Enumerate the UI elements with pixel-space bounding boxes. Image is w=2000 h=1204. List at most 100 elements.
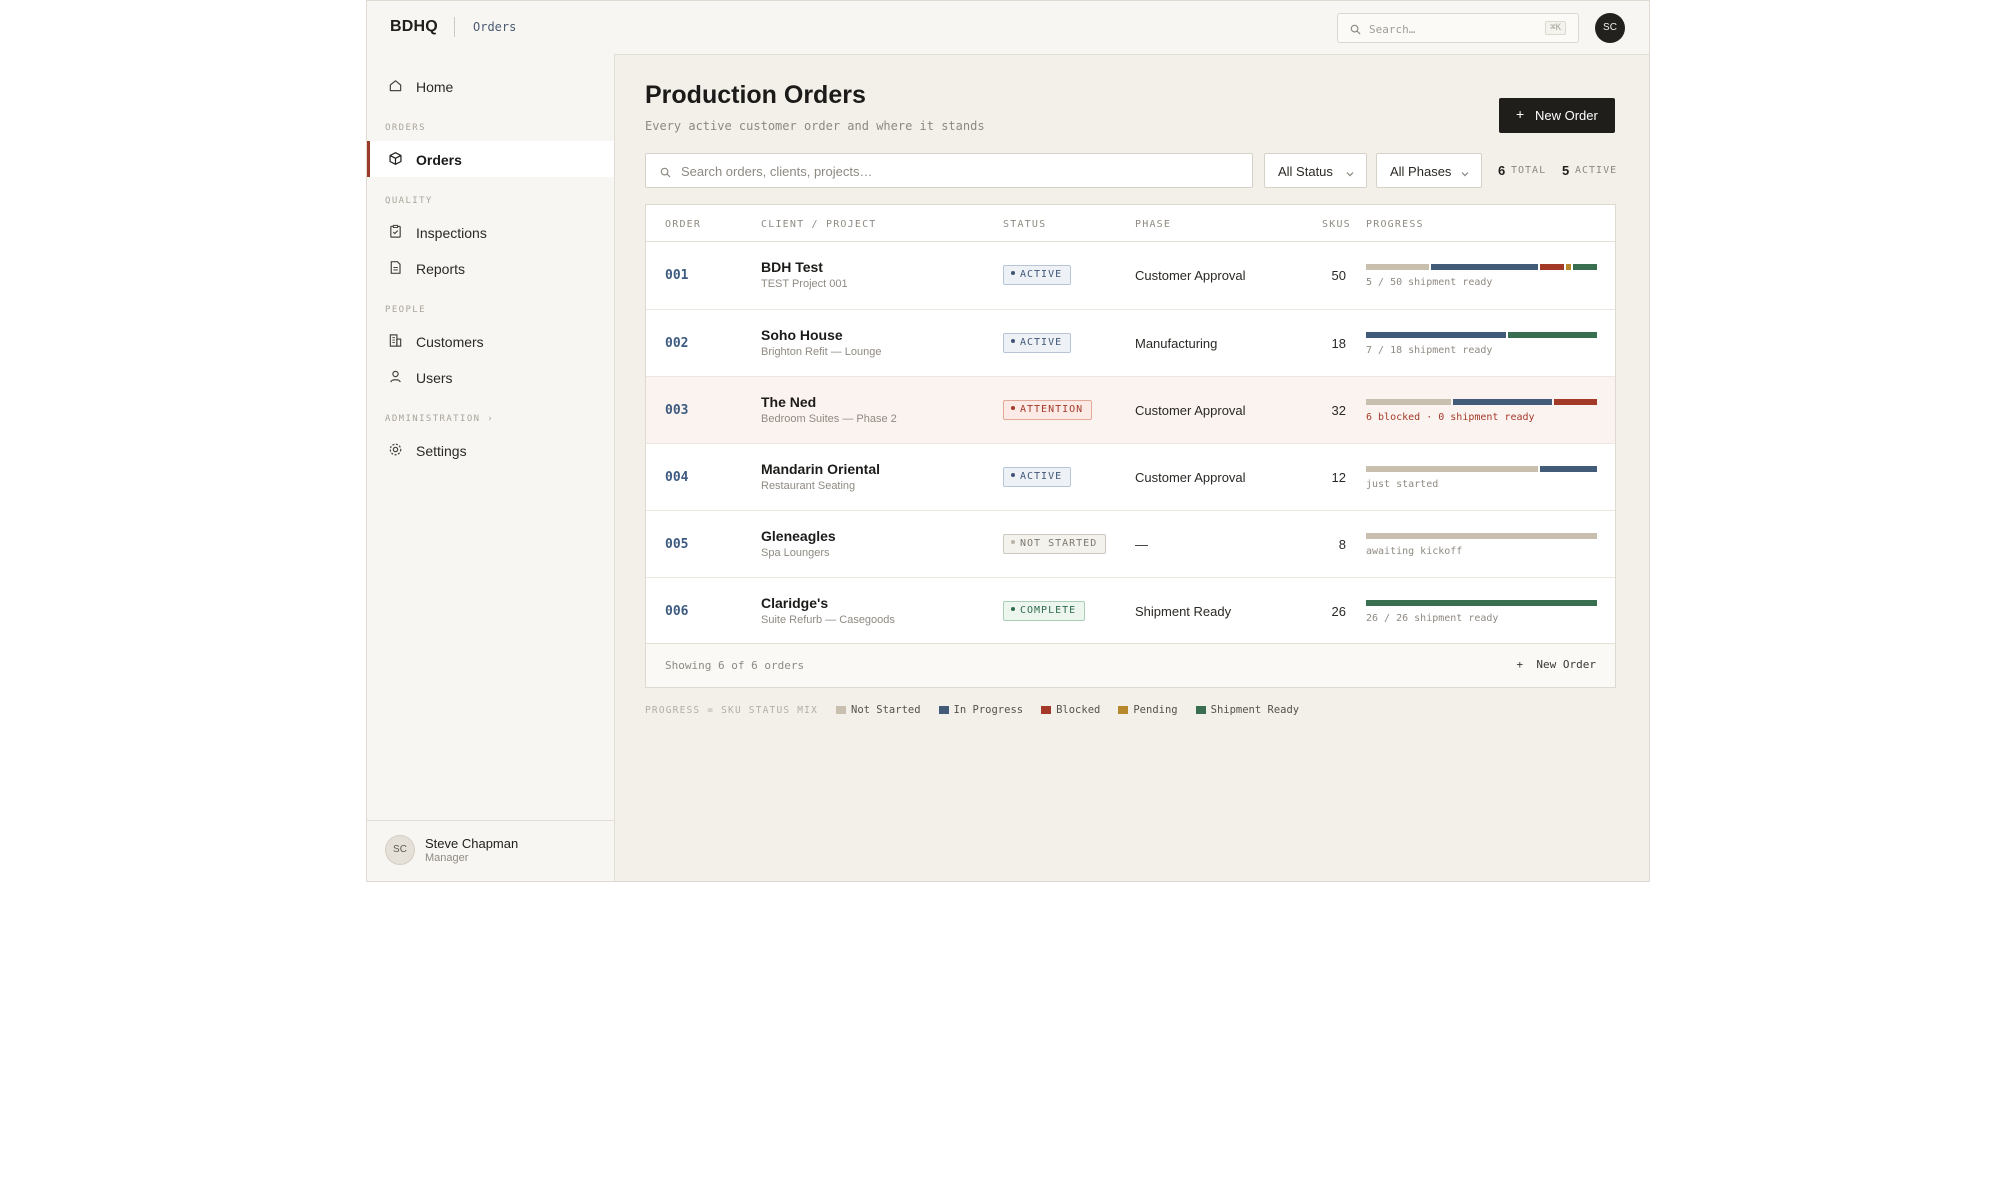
status-filter-select[interactable]: All Status [1264,153,1367,188]
sidebar-item-home[interactable]: Home [367,68,614,104]
progress-segment-shipment-ready [1507,332,1597,338]
table-row[interactable]: 002 Soho House Brighton Refit — Lounge ACTI… [646,309,1615,377]
client-name: Claridge's [761,595,829,611]
phase-filter-value: All Phases [1390,164,1452,179]
progress-segment-in-progress [1539,466,1597,472]
project-name: TEST Project 001 [761,278,848,290]
table-row[interactable]: 006 Claridge's Suite Refurb — Casegoods COM… [646,577,1615,645]
column-header-order[interactable]: ORDER [665,219,701,230]
legend-label: Blocked [1056,704,1101,716]
progress-bar [1366,466,1597,472]
status-badge-label: COMPLETE [1020,605,1077,616]
sidebar-item-customers[interactable]: Customers [367,323,614,359]
status-badge-label: NOT STARTED [1020,538,1098,549]
legend-item-pending: Pending [1118,704,1178,716]
table-row[interactable]: 004 Mandarin Oriental Restaurant Seating AC… [646,443,1615,511]
phase-cell: Customer Approval [1135,403,1246,418]
user-name: Steve Chapman [425,836,519,851]
client-name: Gleneagles [761,528,836,544]
column-header-progress[interactable]: PROGRESS [1366,219,1424,230]
column-header-phase[interactable]: PHASE [1135,219,1171,230]
order-id[interactable]: 003 [665,403,688,418]
total-count: 6 [1498,163,1506,178]
sidebar-item-label: Customers [416,334,484,350]
package-icon [388,151,403,171]
project-name: Bedroom Suites — Phase 2 [761,413,897,425]
column-header-skus[interactable]: SKUS [1322,219,1351,230]
order-id[interactable]: 004 [665,470,688,485]
legend-item-blocked: Blocked [1041,704,1100,716]
orders-search-input[interactable]: Search orders, clients, projects… [645,153,1253,188]
chevron-down-icon [1461,166,1469,181]
client-name: BDH Test [761,259,823,275]
column-header-status[interactable]: STATUS [1003,219,1046,230]
status-badge-label: ACTIVE [1020,337,1063,348]
new-order-button-label: New Order [1535,108,1598,123]
sku-count: 18 [1331,336,1346,351]
phase-filter-select[interactable]: All Phases [1376,153,1482,188]
section-label-administration[interactable]: ADMINISTRATION › [385,414,494,424]
column-header-client[interactable]: CLIENT / PROJECT [761,219,877,230]
table-row[interactable]: 001 BDH Test TEST Project 001 ACTIVE Custome… [646,242,1615,309]
table-row[interactable]: 003 The Ned Bedroom Suites — Phase 2 ATTENT… [646,376,1615,444]
gear-icon [388,442,403,462]
progress-segment-in-progress [1431,264,1538,270]
sidebar-item-label: Users [416,370,453,386]
sku-count: 50 [1331,268,1346,283]
search-shortcut-hint: ⌘K [1545,21,1566,35]
legend-label: In Progress [953,704,1024,716]
sidebar-item-label: Settings [416,443,467,459]
progress-segment-shipment-ready [1366,600,1597,606]
progress-text: 5 / 50 shipment ready [1366,277,1493,288]
progress-bar [1366,533,1597,539]
progress-segment-blocked [1554,399,1597,405]
sidebar-item-users[interactable]: Users [367,359,614,395]
sidebar-item-orders[interactable]: Orders [367,141,614,177]
order-id[interactable]: 001 [665,268,688,283]
progress-bar [1366,332,1597,338]
client-name: Mandarin Oriental [761,461,881,477]
progress-legend: PROGRESS = SKU STATUS MIX Not Started In … [645,703,1317,717]
client-name: Soho House [761,327,843,343]
progress-segment-not-started [1366,264,1430,270]
order-id[interactable]: 006 [665,604,688,619]
progress-text: 6 blocked · 0 shipment ready [1366,412,1535,423]
order-id[interactable]: 002 [665,336,688,351]
sidebar-item-label: Orders [416,152,462,168]
global-search-input[interactable]: Search… ⌘K [1337,13,1579,43]
progress-text: just started [1366,479,1439,490]
status-filter-value: All Status [1278,164,1333,179]
footer-new-order-link[interactable]: + New Order [1517,658,1596,671]
order-id[interactable]: 005 [665,537,688,552]
sidebar-item-settings[interactable]: Settings [367,432,614,468]
status-dot [1011,607,1015,611]
legend-item-not-started: Not Started [836,704,921,716]
top-bar: BDHQ Orders Search… ⌘K SC [367,1,1649,55]
user-role: Manager [425,852,469,864]
progress-segment-not-started [1366,399,1452,405]
sidebar-item-inspections[interactable]: Inspections [367,214,614,250]
table-row[interactable]: 005 Gleneagles Spa Loungers NOT STARTED — 8 aw… [646,510,1615,578]
status-badge-label: ACTIVE [1020,471,1063,482]
document-icon [388,260,403,280]
sidebar-user-card[interactable]: SC Steve Chapman Manager [367,820,614,881]
project-name: Brighton Refit — Lounge [761,346,882,358]
legend-swatch [1041,706,1052,714]
breadcrumb-divider [454,17,455,37]
app-logo[interactable]: BDHQ [390,18,438,36]
status-badge: ACTIVE [1003,333,1072,353]
new-order-button[interactable]: + New Order [1499,98,1615,133]
user-avatar[interactable]: SC [1595,13,1625,43]
status-badge-label: ATTENTION [1020,404,1084,415]
avatar: SC [385,835,415,865]
breadcrumb[interactable]: Orders [473,20,516,34]
progress-bar [1366,399,1597,405]
legend-label: Shipment Ready [1210,704,1300,716]
sidebar-item-reports[interactable]: Reports [367,250,614,286]
status-badge: ATTENTION [1003,400,1093,420]
progress-text: 7 / 18 shipment ready [1366,345,1493,356]
legend-swatch [938,706,949,714]
search-icon [1350,22,1361,40]
phase-cell: Customer Approval [1135,268,1246,283]
home-icon [388,78,403,98]
